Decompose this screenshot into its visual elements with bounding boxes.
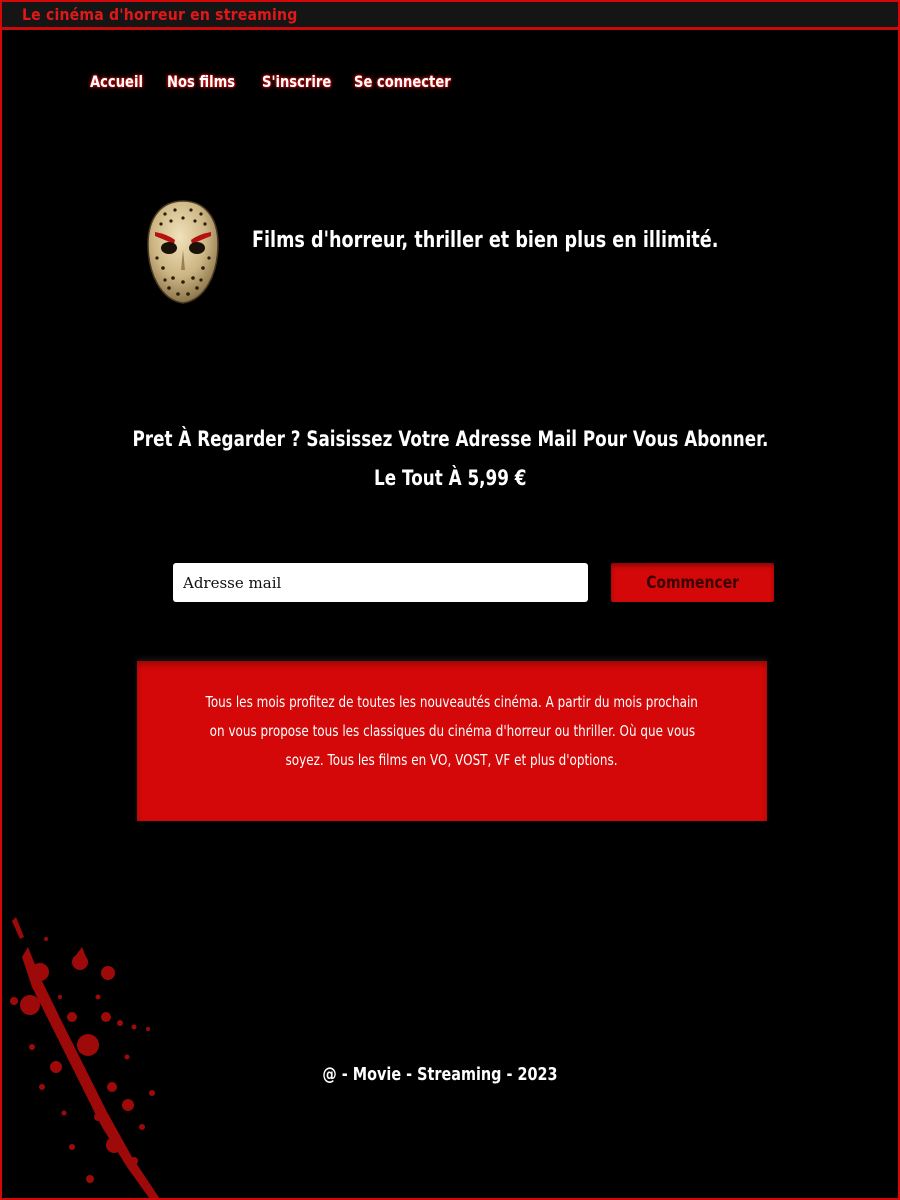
info-line-1: Tous les mois profitez de toutes les nou…: [137, 693, 767, 711]
info-line-3: soyez. Tous les films en VO, VOST, VF et…: [137, 751, 767, 769]
hockey-mask-icon: [147, 200, 219, 304]
page: Le cinéma d'horreur en streaming Accueil…: [0, 0, 900, 1200]
site-tagline: Le cinéma d'horreur en streaming: [22, 5, 298, 24]
cta-line-1-text: Pret À Regarder ? Saisissez Votre Adress…: [132, 427, 768, 451]
nav-item-se-connecter[interactable]: Se connecter: [354, 72, 451, 91]
info-line-2: on vous propose tous les classiques du c…: [137, 722, 767, 740]
nav-item-accueil[interactable]: Accueil: [90, 72, 143, 91]
blood-splatter-icon: [10, 917, 160, 1198]
info-line-1-text: Tous les mois profitez de toutes les nou…: [205, 693, 699, 711]
footer-text: @ - Movie - Streaming - 2023: [322, 1064, 558, 1085]
start-button-label: Commencer: [646, 572, 739, 593]
start-button[interactable]: Commencer: [611, 563, 774, 602]
info-line-2-text: on vous propose tous les classiques du c…: [209, 722, 695, 740]
info-line-3-text: soyez. Tous les films en VO, VOST, VF et…: [285, 751, 619, 769]
cta-line-1: Pret À Regarder ? Saisissez Votre Adress…: [2, 427, 898, 451]
hero-title: Films d'horreur, thriller et bien plus e…: [252, 228, 719, 253]
nav-item-sinscrire[interactable]: S'inscrire: [262, 72, 331, 91]
cta-line-2: Le Tout À 5,99 €: [2, 466, 898, 490]
info-box: Tous les mois profitez de toutes les nou…: [137, 661, 767, 821]
footer: @ - Movie - Streaming - 2023: [2, 1064, 878, 1085]
cta-line-2-text: Le Tout À 5,99 €: [373, 466, 527, 490]
nav-item-nos-films[interactable]: Nos films: [167, 72, 235, 91]
email-input[interactable]: [173, 563, 588, 602]
top-bar: Le cinéma d'horreur en streaming: [2, 2, 898, 30]
